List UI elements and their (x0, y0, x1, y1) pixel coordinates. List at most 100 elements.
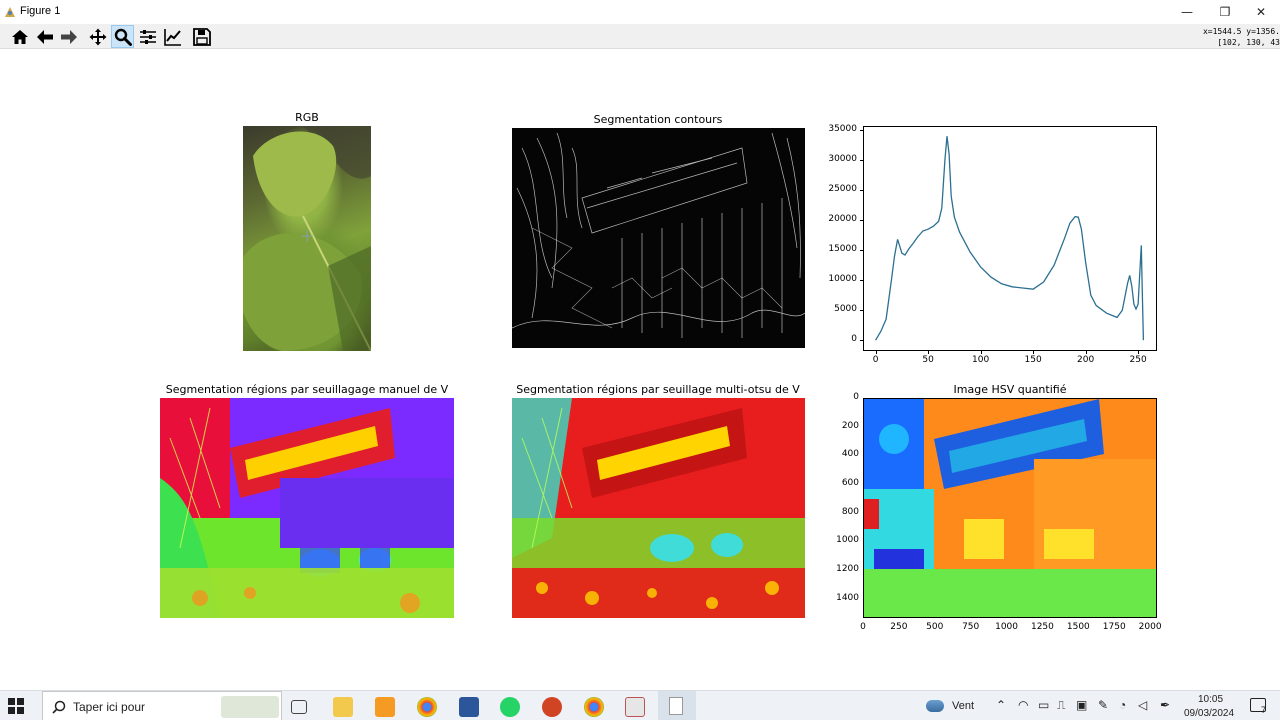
hsv-ytick-label: 1000 (836, 535, 859, 546)
close-button[interactable]: ✕ (1238, 0, 1280, 24)
stylus-icon[interactable]: ✒ (1160, 698, 1170, 712)
hsv-xtick-label: 1750 (1102, 622, 1126, 632)
hist-xtick-label: 100 (972, 355, 990, 365)
hsv-ytick-label: 0 (853, 392, 859, 402)
hist-ytick-mark (860, 130, 863, 132)
chrome-profile-icon[interactable] (584, 697, 604, 717)
seg-manual-image (160, 398, 454, 618)
hist-ytick-label: 10000 (828, 274, 857, 285)
rgb-title: RGB (295, 111, 319, 124)
forward-icon[interactable] (57, 25, 80, 48)
hist-ytick-mark (860, 160, 863, 162)
search-icon (52, 700, 66, 714)
clock-time[interactable]: 10:05 (1198, 694, 1223, 705)
configure-subplots-icon[interactable] (136, 25, 159, 48)
windows-start-icon[interactable] (8, 698, 24, 714)
chevron-up-icon[interactable]: ⌃ (996, 698, 1006, 712)
hsv-ytick-label: 600 (841, 477, 859, 488)
seg-manual-title: Segmentation régions par seuillagage man… (165, 383, 449, 396)
microphone-icon[interactable]: ⎍ (1057, 698, 1065, 713)
hsv-title: Image HSV quantifié (953, 383, 1067, 396)
whatsapp-icon[interactable] (500, 697, 520, 717)
hsv-image (863, 398, 1157, 618)
volume-icon[interactable]: ◁ (1138, 698, 1147, 712)
hist-xtick-mark (1085, 351, 1087, 354)
hsv-ytick-label: 200 (841, 420, 859, 431)
taskbar-search-box[interactable]: Taper ici pour (42, 691, 282, 720)
hsv-xtick-label: 1000 (995, 622, 1018, 632)
task-view-icon[interactable] (291, 700, 307, 714)
hist-ytick-label: 25000 (828, 184, 857, 195)
hist-ytick-mark (860, 220, 863, 222)
hist-xtick-label: 50 (922, 355, 934, 365)
hist-ytick-label: 35000 (828, 124, 857, 135)
histogram-axes (863, 126, 1157, 351)
pen-icon[interactable]: ✎ (1098, 698, 1108, 712)
hist-ytick-mark (860, 280, 863, 282)
save-icon[interactable] (190, 25, 213, 48)
hist-ytick-label: 15000 (828, 244, 857, 255)
window-title-bar: Figure 1 — ❐ ✕ (0, 0, 1280, 24)
zoom-icon[interactable] (111, 25, 134, 48)
weather-label[interactable]: Vent (952, 700, 974, 712)
edit-axis-icon[interactable] (161, 25, 184, 48)
hist-xtick-label: 150 (1024, 355, 1042, 365)
powerpoint-icon[interactable] (542, 697, 562, 717)
app-icon[interactable] (375, 697, 395, 717)
display-icon[interactable]: ▣ (1076, 698, 1087, 712)
battery-icon[interactable]: ▭ (1038, 698, 1049, 712)
rgb-leaf-image (243, 126, 371, 351)
hsv-xtick-label: 1250 (1030, 622, 1054, 632)
matplotlib-app-icon (5, 7, 15, 17)
wifi-icon[interactable]: ◔ (1119, 698, 1126, 712)
search-placeholder: Taper ici pour (73, 700, 146, 714)
hsv-xtick-label: 2000 (1138, 622, 1162, 632)
hsv-ytick-label: 1400 (836, 592, 859, 603)
coords-position: x=1544.5 y=1356. (1202, 27, 1280, 36)
network-icon[interactable]: ◠ (1018, 698, 1028, 712)
snipping-tool-icon[interactable] (625, 697, 645, 717)
wind-weather-icon (926, 700, 944, 712)
file-explorer-icon[interactable] (333, 697, 353, 717)
hsv-ytick-label: 400 (841, 449, 859, 460)
contours-image (512, 128, 805, 348)
hist-xtick-mark (928, 351, 930, 354)
histogram-line-0 (875, 136, 1145, 341)
histogram-svg (875, 136, 1145, 341)
contours-title: Segmentation contours (593, 113, 723, 126)
coords-pixel-value: [102, 130, 43 (1217, 38, 1280, 47)
hsv-xtick-label: 250 (890, 622, 908, 632)
hist-ytick-mark (860, 250, 863, 252)
hsv-xtick-label: 1500 (1066, 622, 1090, 632)
hsv-ytick-label: 800 (841, 506, 859, 517)
pan-icon[interactable] (86, 25, 109, 48)
hsv-xtick-label: 0 (860, 622, 866, 632)
hsv-xtick-label: 500 (926, 622, 944, 632)
hist-xtick-mark (1138, 351, 1140, 354)
hist-ytick-mark (860, 310, 863, 312)
hist-ytick-label: 20000 (828, 214, 857, 225)
hsv-ytick-label: 1200 (836, 563, 859, 574)
hist-xtick-label: 0 (872, 355, 879, 365)
hist-xtick-mark (980, 351, 982, 354)
navigation-toolbar (0, 24, 1280, 49)
hist-xtick-label: 250 (1129, 355, 1147, 365)
home-icon[interactable] (8, 25, 31, 48)
seg-otsu-title: Segmentation régions par seuillage multi… (516, 383, 800, 396)
back-icon[interactable] (33, 25, 56, 48)
word-icon[interactable] (459, 697, 479, 717)
chrome-icon[interactable] (417, 697, 437, 717)
hist-ytick-mark (860, 190, 863, 192)
windows-taskbar: Taper ici pour Vent ⌃ ◠ ▭ ⎍ ▣ ✎ ◔ ◁ ✒ 10… (0, 690, 1280, 720)
notification-count: 7 (1261, 705, 1267, 715)
hist-xtick-mark (875, 351, 877, 354)
hist-xtick-mark (1033, 351, 1035, 354)
seg-otsu-image (512, 398, 805, 618)
hsv-xtick-label: 750 (962, 622, 980, 632)
search-highlight-icon (221, 696, 279, 718)
screen: Figure 1 — ❐ ✕ x=1544.5 y=1356. [102, 13… (0, 0, 1280, 720)
hist-ytick-label: 30000 (828, 154, 857, 165)
hist-ytick-label: 0 (851, 334, 857, 345)
active-window-icon[interactable] (658, 691, 696, 720)
clock-date[interactable]: 09/03/2024 (1184, 708, 1234, 719)
